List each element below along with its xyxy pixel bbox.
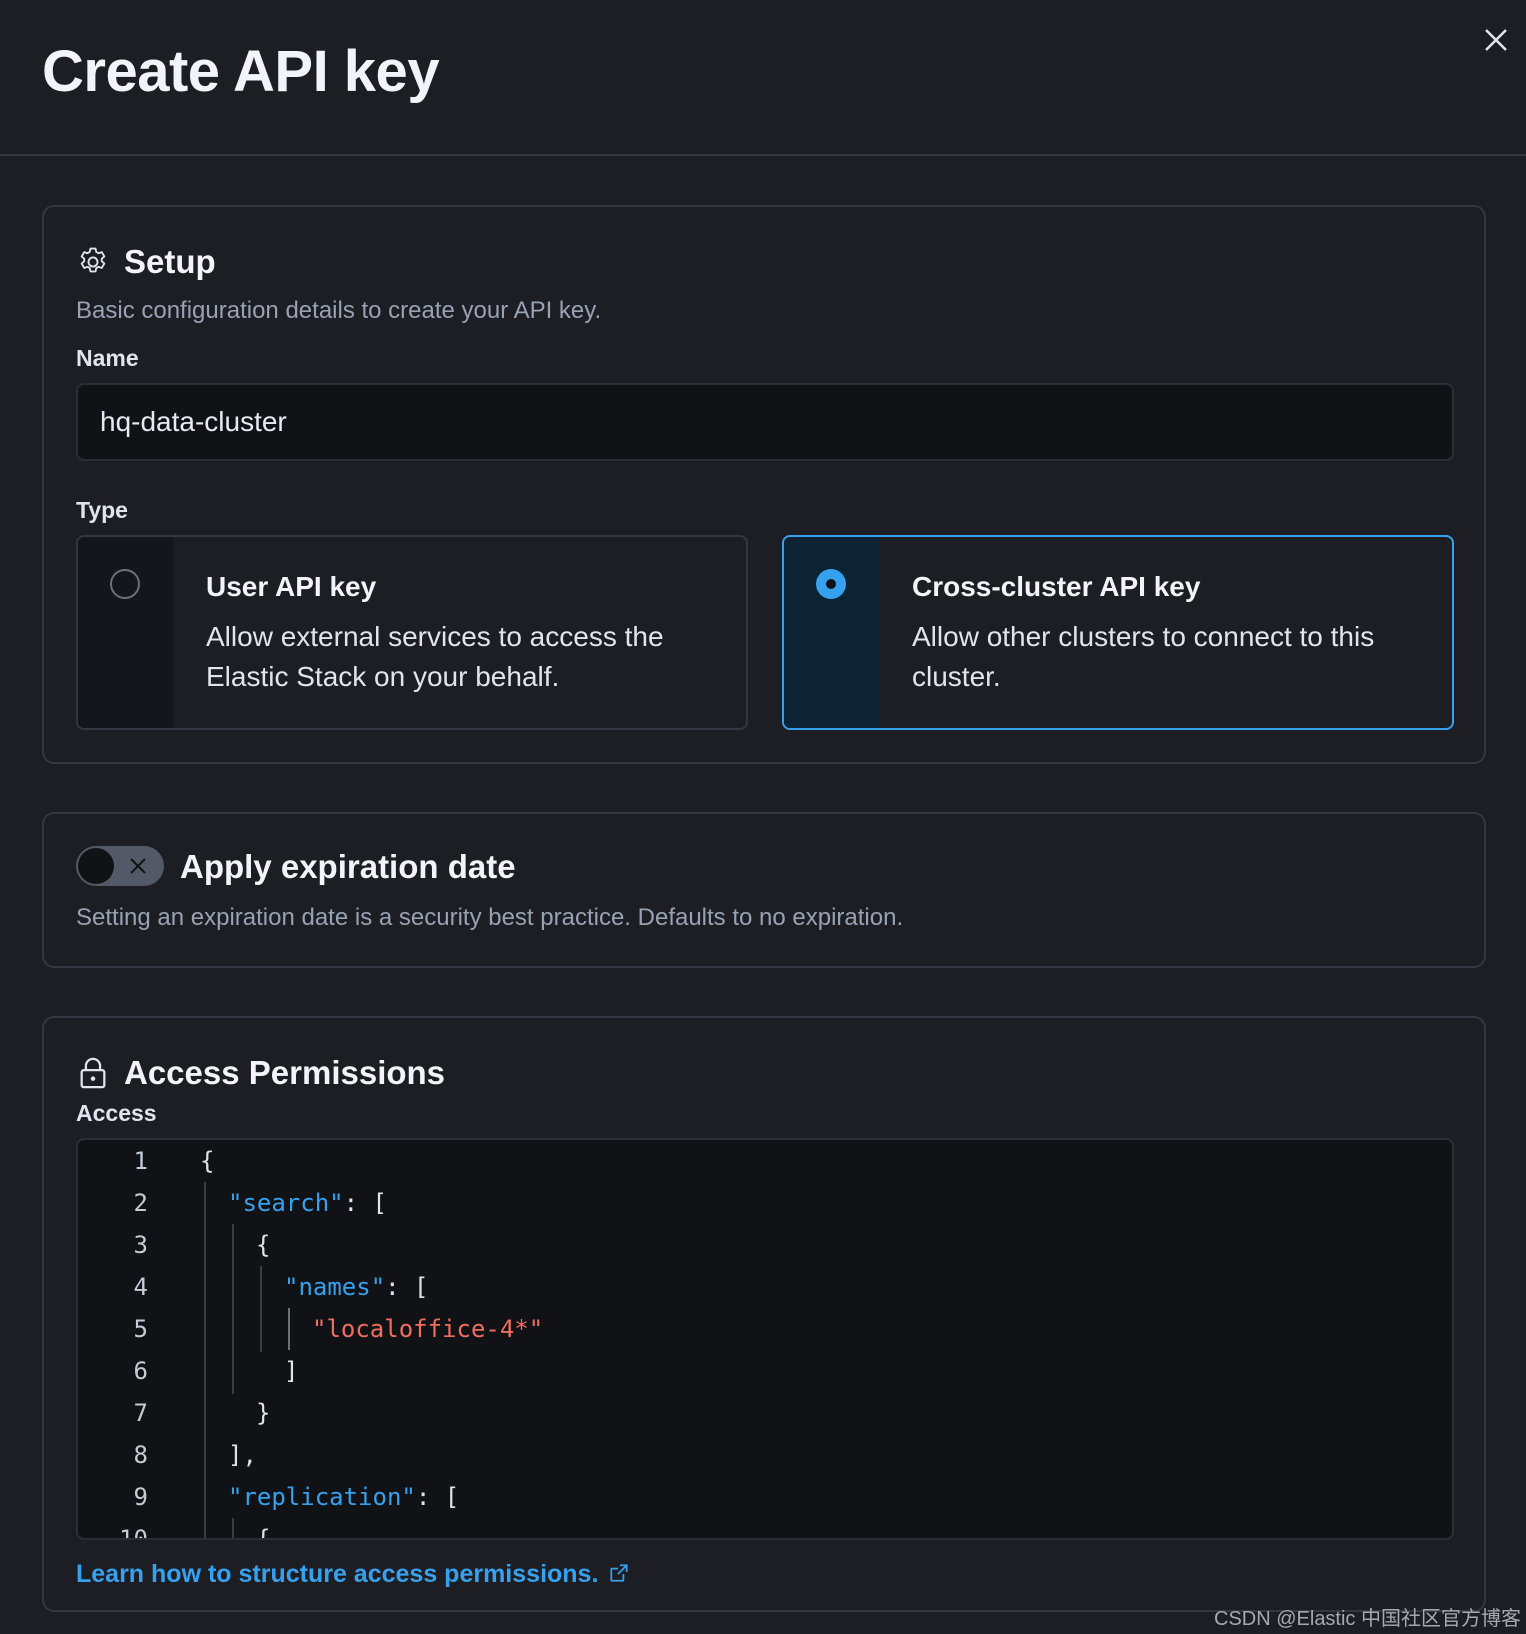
- name-input[interactable]: [76, 383, 1454, 461]
- code-content: ],: [228, 1434, 257, 1476]
- user-api-key-title: User API key: [206, 571, 377, 602]
- code-content: "names": [: [284, 1266, 429, 1308]
- code-line: 7}: [78, 1392, 1452, 1434]
- code-content: {: [200, 1140, 214, 1182]
- code-line: 8],: [78, 1434, 1452, 1476]
- toggle-knob: [78, 848, 114, 884]
- setup-title: Setup: [124, 243, 216, 280]
- code-content: "search": [: [228, 1182, 387, 1224]
- cross-cluster-api-key-title: Cross-cluster API key: [912, 571, 1201, 602]
- line-number: 2: [133, 1189, 148, 1217]
- line-number: 4: [133, 1273, 148, 1301]
- code-line: 3{: [78, 1224, 1452, 1266]
- external-link-icon: [610, 1564, 628, 1582]
- json-punctuation: ],: [228, 1441, 257, 1469]
- gear-icon: [80, 247, 106, 273]
- line-number: 6: [133, 1357, 148, 1385]
- lock-icon: [80, 1057, 106, 1089]
- json-punctuation: }: [256, 1399, 271, 1427]
- code-content: "localoffice-4*": [312, 1308, 543, 1350]
- json-punctuation: {: [256, 1525, 271, 1540]
- type-label: Type: [76, 497, 128, 523]
- page-title: Create API key: [42, 39, 440, 104]
- expiration-description: Setting an expiration date is a security…: [76, 904, 904, 931]
- json-punctuation: : [: [385, 1273, 429, 1301]
- user-api-key-option[interactable]: User API key Allow external services to …: [76, 535, 748, 730]
- line-number: 10: [119, 1525, 148, 1540]
- access-permissions-panel: Access Permissions Access 1{2 "search": […: [42, 1016, 1486, 1612]
- cross-icon: [130, 858, 146, 874]
- line-number: 9: [133, 1483, 148, 1511]
- expiration-toggle[interactable]: [76, 846, 164, 886]
- code-content: ]: [284, 1350, 298, 1392]
- line-number: 3: [133, 1231, 148, 1259]
- expiration-title: Apply expiration date: [180, 848, 516, 885]
- json-string: "localoffice-4*": [312, 1315, 544, 1343]
- code-line: 10 {: [78, 1518, 1452, 1540]
- code-line: 6]: [78, 1350, 1452, 1392]
- code-content: "replication": [: [228, 1476, 459, 1518]
- code-line: 9 "replication": [: [78, 1476, 1452, 1518]
- line-number: 8: [133, 1441, 148, 1469]
- json-punctuation: {: [256, 1231, 271, 1259]
- user-api-key-radio[interactable]: [110, 569, 140, 599]
- cross-cluster-api-key-option[interactable]: Cross-cluster API key Allow other cluste…: [782, 535, 1454, 730]
- setup-description: Basic configuration details to create yo…: [76, 297, 602, 324]
- json-punctuation: : [: [343, 1189, 387, 1217]
- access-label: Access: [76, 1100, 157, 1126]
- code-content: }: [256, 1392, 270, 1434]
- setup-panel: Setup Basic configuration details to cre…: [42, 205, 1486, 764]
- code-content: {: [256, 1224, 270, 1266]
- user-api-key-description: Allow external services to access the El…: [206, 621, 664, 692]
- code-line: 4 "names": [: [78, 1266, 1452, 1308]
- code-content: {: [256, 1518, 271, 1540]
- flyout-header: Create API key: [0, 0, 1526, 156]
- json-punctuation: {: [200, 1147, 215, 1175]
- cross-cluster-api-key-description: Allow other clusters to connect to this …: [912, 621, 1375, 692]
- learn-permissions-link[interactable]: Learn how to structure access permission…: [76, 1560, 630, 1589]
- watermark: CSDN @Elastic 中国社区官方博客: [1214, 1608, 1521, 1630]
- json-key: "names": [284, 1273, 386, 1301]
- code-line: 1{: [78, 1140, 1452, 1182]
- json-punctuation: ]: [284, 1357, 299, 1385]
- learn-permissions-link-text: Learn how to structure access permission…: [76, 1560, 599, 1588]
- cross-cluster-api-key-radio[interactable]: [816, 569, 846, 599]
- card-radio-strip: [784, 537, 880, 728]
- line-number: 5: [133, 1315, 148, 1343]
- expiration-panel: Apply expiration date Setting an expirat…: [42, 812, 1486, 968]
- name-label: Name: [76, 345, 139, 371]
- json-key: "search": [228, 1189, 344, 1217]
- line-number: 7: [133, 1399, 148, 1427]
- code-line: 5 "localoffice-4*": [78, 1308, 1452, 1350]
- access-title: Access Permissions: [124, 1054, 446, 1091]
- card-radio-strip: [78, 537, 174, 728]
- close-button[interactable]: [1476, 20, 1516, 60]
- json-punctuation: : [: [415, 1483, 460, 1511]
- close-icon: [1485, 29, 1507, 51]
- json-key: "replication": [228, 1483, 416, 1511]
- line-number: 1: [133, 1147, 148, 1175]
- access-code-editor[interactable]: 1{2 "search": [3{4 "names": [5 "localoffice…: [76, 1138, 1454, 1540]
- code-line: 2 "search": [: [78, 1182, 1452, 1224]
